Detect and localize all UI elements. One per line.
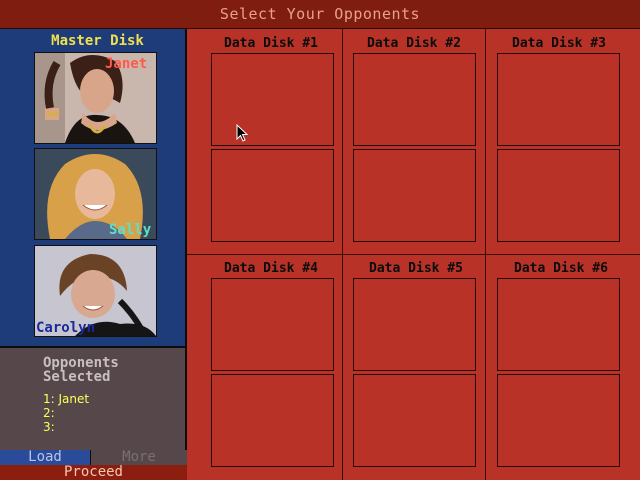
button-row: Load More (0, 450, 187, 465)
opponents-selected-title: Opponents Selected (43, 356, 119, 384)
selected-title-line2: Selected (43, 369, 111, 385)
data-disk-4-label: Data Disk #4 (224, 261, 318, 276)
opponents-selected-panel: Opponents Selected 1: Janet 2: 3: (0, 348, 187, 450)
opponent-slot[interactable] (211, 278, 334, 371)
selected-entry: 1: Janet (43, 392, 90, 406)
opponent-slot[interactable] (497, 278, 620, 371)
more-button[interactable]: More (91, 450, 187, 465)
opponent-slot[interactable] (497, 53, 620, 146)
opponent-slot[interactable] (211, 53, 334, 146)
data-disk-5-label: Data Disk #5 (369, 261, 463, 276)
master-disk-label: Master Disk (51, 33, 144, 49)
portrait-name-janet: Janet (105, 56, 148, 72)
opponent-slot[interactable] (211, 374, 334, 467)
mouse-pointer-icon (236, 124, 248, 142)
opponent-slot[interactable] (353, 149, 476, 242)
data-disk-2-label: Data Disk #2 (367, 36, 461, 51)
proceed-button[interactable]: Proceed (0, 465, 187, 480)
opponent-slot[interactable] (497, 374, 620, 467)
selected-list: 1: Janet 2: 3: (43, 392, 89, 434)
portrait-name-sally: Sally (109, 222, 152, 238)
opponent-slot[interactable] (211, 149, 334, 242)
screen-title: Select Your Opponents (0, 0, 640, 29)
opponent-slot[interactable] (497, 149, 620, 242)
opponent-slot[interactable] (353, 278, 476, 371)
selected-entry: 3: (43, 420, 55, 434)
selected-entry: 2: (43, 406, 55, 420)
data-disk-1-label: Data Disk #1 (224, 36, 318, 51)
data-disk-3-label: Data Disk #3 (512, 36, 606, 51)
data-disk-grid: Data Disk #1 Data Disk #2 Data Disk #3 D… (187, 29, 640, 480)
opponent-slot[interactable] (353, 53, 476, 146)
master-disk-panel: Master Disk Janet Sally Carolyn (0, 29, 187, 348)
selected-title-line1: Opponents (43, 355, 119, 371)
data-disk-6-label: Data Disk #6 (514, 261, 608, 276)
portrait-name-carolyn: Carolyn (36, 320, 96, 336)
opponent-slot[interactable] (353, 374, 476, 467)
load-button[interactable]: Load (0, 450, 91, 465)
